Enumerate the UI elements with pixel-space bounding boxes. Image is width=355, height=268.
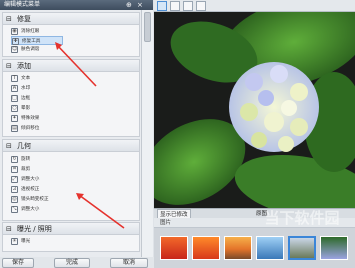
compare-view-icon[interactable] — [183, 1, 193, 11]
thumbnail[interactable] — [256, 236, 284, 260]
thumbnail-selected[interactable] — [288, 236, 316, 260]
view-toolbar — [154, 0, 355, 12]
filmstrip-label: 图片 — [160, 220, 172, 226]
thumbnail[interactable] — [192, 236, 220, 260]
arrow-to-perspective — [78, 194, 125, 229]
single-view-icon[interactable] — [157, 1, 167, 11]
filmstrip — [154, 228, 355, 268]
arrow-to-repair-tool — [56, 44, 97, 87]
editor-window: 编辑模式菜单 ⊕ × ⊟ 修复 ◉ 消除红眼 ✚ 修复工具 ☺ 肤色调谐 ⊟ 添… — [0, 0, 355, 268]
watermark: 当下软件园 — [264, 209, 340, 227]
split-view-icon[interactable] — [170, 1, 180, 11]
cancel-button[interactable]: 取消 — [110, 258, 148, 268]
image-viewer[interactable] — [142, 0, 355, 219]
photo-hydrangea — [142, 0, 355, 219]
thumbnail[interactable] — [224, 236, 252, 260]
done-button[interactable]: 完成 — [54, 258, 90, 268]
arrow-head — [76, 193, 84, 200]
save-button[interactable]: 保存 — [2, 258, 34, 268]
fullscreen-icon[interactable] — [196, 1, 206, 11]
thumbnail[interactable] — [320, 236, 348, 260]
thumbnail[interactable] — [160, 236, 188, 260]
